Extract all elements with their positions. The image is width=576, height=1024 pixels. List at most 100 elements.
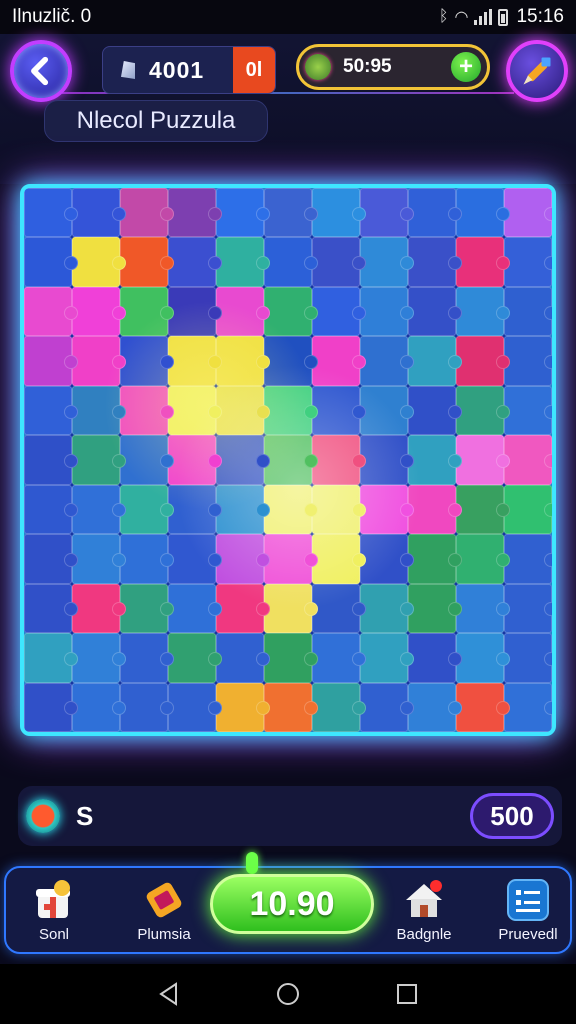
puzzle-piece[interactable] bbox=[264, 534, 318, 584]
puzzle-piece[interactable] bbox=[120, 286, 174, 337]
back-button[interactable] bbox=[10, 40, 72, 102]
puzzle-piece[interactable] bbox=[264, 682, 318, 732]
puzzle-piece[interactable] bbox=[216, 682, 270, 732]
puzzle-piece[interactable] bbox=[264, 385, 318, 436]
puzzle-piece[interactable] bbox=[72, 682, 126, 732]
add-time-button[interactable]: + bbox=[451, 52, 481, 82]
puzzle-piece[interactable] bbox=[72, 336, 126, 386]
puzzle-piece[interactable] bbox=[24, 633, 78, 683]
puzzle-piece[interactable] bbox=[504, 435, 552, 485]
puzzle-piece[interactable] bbox=[264, 188, 318, 238]
puzzle-piece[interactable] bbox=[360, 484, 414, 535]
puzzle-piece[interactable] bbox=[456, 237, 510, 287]
puzzle-piece[interactable] bbox=[120, 336, 174, 386]
puzzle-piece[interactable] bbox=[216, 583, 270, 634]
puzzle-piece[interactable] bbox=[24, 583, 78, 634]
puzzle-piece[interactable] bbox=[168, 385, 222, 436]
puzzle-piece[interactable] bbox=[456, 583, 510, 634]
puzzle-piece[interactable] bbox=[312, 682, 366, 732]
puzzle-piece[interactable] bbox=[24, 435, 78, 485]
puzzle-piece[interactable] bbox=[24, 682, 78, 732]
puzzle-piece[interactable] bbox=[504, 188, 552, 238]
puzzle-grid[interactable] bbox=[24, 188, 552, 732]
puzzle-piece[interactable] bbox=[312, 237, 366, 287]
puzzle-piece[interactable] bbox=[504, 336, 552, 386]
hint-tool-button[interactable] bbox=[506, 40, 568, 102]
puzzle-piece[interactable] bbox=[264, 484, 318, 535]
puzzle-piece[interactable] bbox=[360, 188, 414, 238]
puzzle-piece[interactable] bbox=[168, 188, 222, 238]
puzzle-piece[interactable] bbox=[312, 435, 366, 485]
puzzle-piece[interactable] bbox=[216, 237, 270, 287]
puzzle-piece[interactable] bbox=[216, 534, 270, 584]
puzzle-piece[interactable] bbox=[168, 583, 222, 634]
puzzle-piece[interactable] bbox=[360, 435, 414, 485]
puzzle-piece[interactable] bbox=[264, 336, 318, 386]
puzzle-piece[interactable] bbox=[72, 286, 126, 337]
puzzle-piece[interactable] bbox=[312, 286, 366, 337]
puzzle-piece[interactable] bbox=[168, 435, 222, 485]
puzzle-piece[interactable] bbox=[456, 188, 510, 238]
puzzle-piece[interactable] bbox=[408, 583, 462, 634]
puzzle-piece[interactable] bbox=[408, 385, 462, 436]
puzzle-piece[interactable] bbox=[120, 484, 174, 535]
puzzle-piece[interactable] bbox=[360, 682, 414, 732]
play-button[interactable]: 10.90 bbox=[210, 874, 374, 934]
puzzle-piece[interactable] bbox=[360, 237, 414, 287]
puzzle-piece[interactable] bbox=[120, 435, 174, 485]
puzzle-piece[interactable] bbox=[456, 286, 510, 337]
puzzle-piece[interactable] bbox=[24, 237, 78, 287]
puzzle-piece[interactable] bbox=[504, 633, 552, 683]
puzzle-piece[interactable] bbox=[408, 336, 462, 386]
puzzle-piece[interactable] bbox=[24, 286, 78, 337]
puzzle-piece[interactable] bbox=[264, 583, 318, 634]
puzzle-piece[interactable] bbox=[168, 237, 222, 287]
puzzle-piece[interactable] bbox=[216, 336, 270, 386]
puzzle-piece[interactable] bbox=[264, 435, 318, 485]
puzzle-piece[interactable] bbox=[504, 682, 552, 732]
puzzle-piece[interactable] bbox=[216, 286, 270, 337]
puzzle-piece[interactable] bbox=[360, 336, 414, 386]
puzzle-piece[interactable] bbox=[360, 534, 414, 584]
puzzle-piece[interactable] bbox=[120, 237, 174, 287]
puzzle-piece[interactable] bbox=[360, 385, 414, 436]
puzzle-piece[interactable] bbox=[312, 336, 366, 386]
nav-item-pruevedl[interactable]: Pruevedl bbox=[482, 874, 574, 943]
nav-item-badgnle[interactable]: Badgnle bbox=[378, 874, 470, 943]
puzzle-piece[interactable] bbox=[456, 336, 510, 386]
puzzle-piece[interactable] bbox=[264, 237, 318, 287]
puzzle-piece[interactable] bbox=[72, 583, 126, 634]
puzzle-piece[interactable] bbox=[456, 633, 510, 683]
puzzle-piece[interactable] bbox=[168, 484, 222, 535]
puzzle-piece[interactable] bbox=[408, 435, 462, 485]
puzzle-piece[interactable] bbox=[120, 583, 174, 634]
puzzle-piece[interactable] bbox=[24, 534, 78, 584]
puzzle-piece[interactable] bbox=[408, 188, 462, 238]
puzzle-piece[interactable] bbox=[24, 188, 78, 238]
puzzle-piece[interactable] bbox=[168, 534, 222, 584]
puzzle-piece[interactable] bbox=[456, 385, 510, 436]
puzzle-piece[interactable] bbox=[264, 286, 318, 337]
puzzle-piece[interactable] bbox=[312, 633, 366, 683]
puzzle-piece[interactable] bbox=[408, 534, 462, 584]
puzzle-piece[interactable] bbox=[504, 534, 552, 584]
puzzle-piece[interactable] bbox=[72, 385, 126, 436]
puzzle-piece[interactable] bbox=[504, 583, 552, 634]
puzzle-piece[interactable] bbox=[120, 633, 174, 683]
puzzle-piece[interactable] bbox=[504, 484, 552, 535]
puzzle-piece[interactable] bbox=[408, 286, 462, 337]
puzzle-piece[interactable] bbox=[216, 385, 270, 436]
puzzle-piece[interactable] bbox=[504, 237, 552, 287]
back-triangle-icon[interactable] bbox=[156, 981, 182, 1007]
puzzle-piece[interactable] bbox=[264, 633, 318, 683]
puzzle-piece[interactable] bbox=[456, 534, 510, 584]
puzzle-piece[interactable] bbox=[312, 188, 366, 238]
puzzle-piece[interactable] bbox=[360, 286, 414, 337]
puzzle-piece[interactable] bbox=[168, 682, 222, 732]
puzzle-piece[interactable] bbox=[120, 682, 174, 732]
puzzle-piece[interactable] bbox=[216, 435, 270, 485]
puzzle-piece[interactable] bbox=[312, 583, 366, 634]
puzzle-piece[interactable] bbox=[72, 237, 126, 287]
puzzle-board[interactable] bbox=[20, 184, 556, 736]
puzzle-piece[interactable] bbox=[24, 385, 78, 436]
